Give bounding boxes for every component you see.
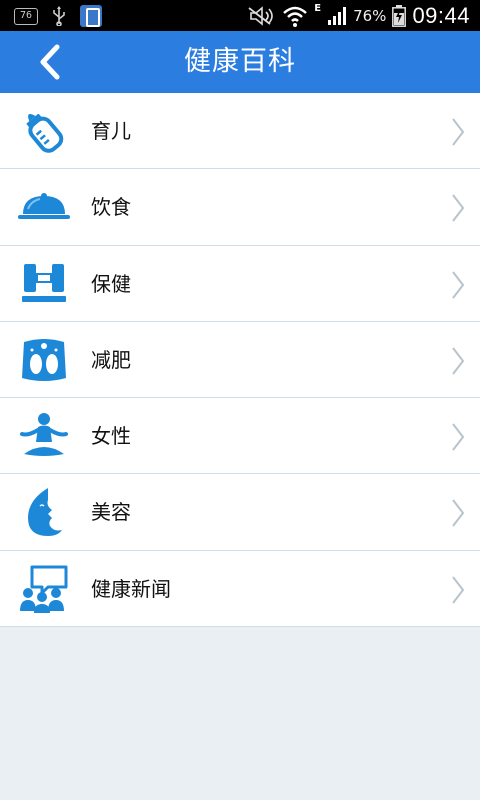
page-title: 健康百科: [184, 46, 296, 77]
category-item-women[interactable]: 女性: [0, 398, 480, 475]
chevron-right-icon: [452, 423, 465, 451]
battery-percent: 76%: [353, 6, 387, 25]
category-label: 女性: [91, 424, 131, 449]
news-chat-icon: [20, 565, 68, 613]
yoga-woman-icon: [20, 413, 68, 457]
category-label: 保健: [91, 271, 131, 296]
mute-icon: [248, 5, 274, 26]
battery-charging-icon: [392, 4, 407, 27]
chevron-right-icon: [452, 499, 465, 528]
face-profile-icon: [28, 488, 62, 537]
category-list: 育儿 饮食 保健 减肥 女性 美容 健康新闻: [0, 93, 480, 628]
notification-badge: 76: [14, 7, 38, 25]
app-bar: 健康百科: [0, 31, 480, 93]
food-cloche-icon: [18, 193, 70, 220]
chevron-right-icon: [452, 576, 465, 604]
dumbbell-icon: [22, 263, 66, 302]
category-item-parenting[interactable]: 育儿: [0, 93, 480, 170]
status-bar: 76 E 76% 09:44: [0, 0, 480, 31]
category-item-weight-loss[interactable]: 减肥: [0, 321, 480, 399]
chevron-right-icon: [452, 270, 465, 299]
category-label: 饮食: [91, 195, 131, 220]
chevron-right-icon: [452, 347, 465, 375]
phone-icon: [80, 5, 102, 27]
clock: 09:44: [412, 2, 470, 28]
baby-bottle-icon: [26, 113, 64, 153]
category-item-healthcare[interactable]: 保健: [0, 245, 480, 322]
category-label: 减肥: [91, 347, 131, 372]
chevron-right-icon: [452, 194, 465, 222]
wifi-icon: [283, 6, 308, 27]
category-label: 健康新闻: [91, 576, 171, 601]
category-item-beauty[interactable]: 美容: [0, 474, 480, 551]
chevron-right-icon: [452, 118, 465, 146]
usb-icon: [53, 6, 65, 26]
network-type: E: [314, 3, 322, 14]
category-item-health-news[interactable]: 健康新闻: [0, 550, 480, 628]
category-label: 美容: [91, 500, 131, 525]
signal-icon: [328, 6, 347, 25]
category-label: 育儿: [91, 119, 131, 143]
scale-icon: [22, 338, 66, 381]
category-item-diet[interactable]: 饮食: [0, 169, 480, 246]
